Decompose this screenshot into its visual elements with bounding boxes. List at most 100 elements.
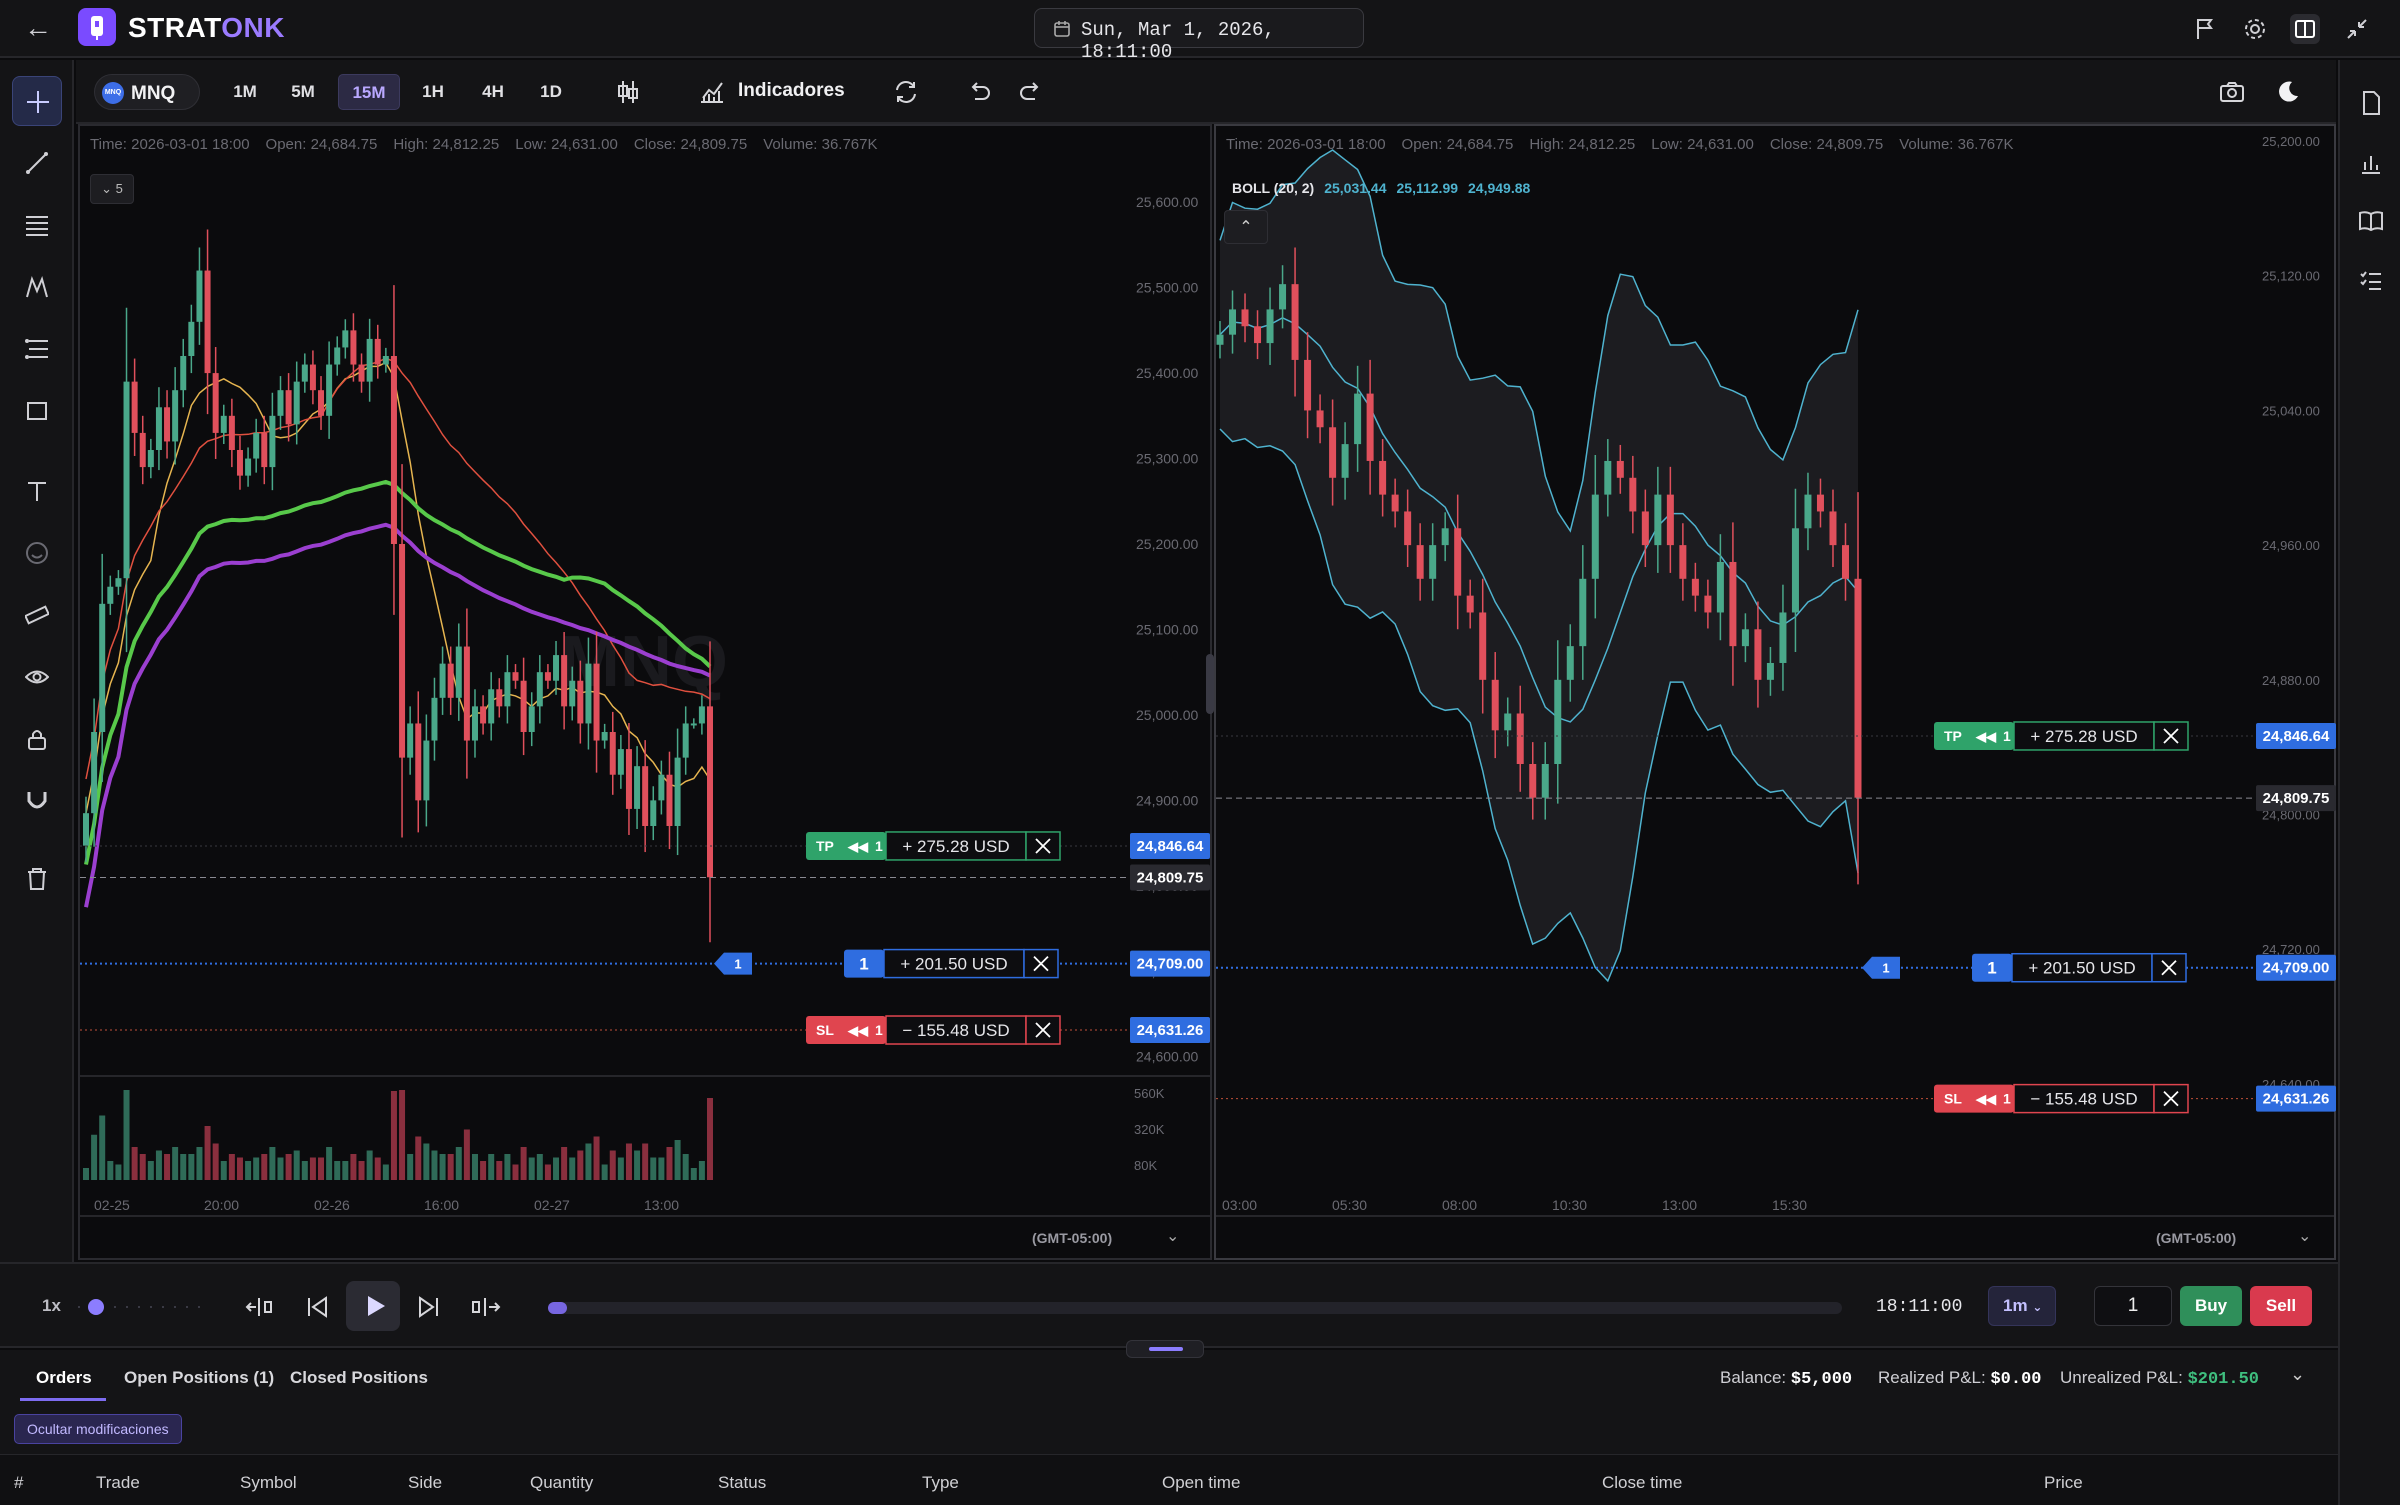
right-candle <box>1541 764 1549 798</box>
candle-type-icon[interactable] <box>614 78 642 106</box>
sl-price-tag: 24,631.26 <box>2263 1091 2330 1108</box>
channel-tool[interactable] <box>12 200 62 250</box>
camera-icon[interactable] <box>2218 78 2246 106</box>
refresh-icon[interactable] <box>892 78 920 106</box>
boll-legend[interactable]: BOLL (20, 2) 25,031.44 25,112.99 24,949.88 <box>1232 180 1530 196</box>
speed-label[interactable]: 1x <box>42 1296 61 1316</box>
candlestick-chart-left[interactable]: 25,600.00 25,500.00 25,400.00 25,300.00 25,2… <box>80 126 1214 1262</box>
buy-button[interactable]: Buy <box>2180 1286 2242 1326</box>
delete-tool[interactable] <box>12 854 62 904</box>
column-type[interactable]: Type <box>922 1473 959 1493</box>
replay-progress-fill <box>548 1302 568 1314</box>
column-index[interactable]: # <box>14 1473 23 1493</box>
column-close-time[interactable]: Close time <box>1602 1473 1682 1493</box>
collapse-legend-button[interactable]: ⌃ <box>1224 210 1268 244</box>
y-tick-label: 25,300.00 <box>1136 451 1198 467</box>
timeframe-1d[interactable]: 1D <box>528 74 574 110</box>
ohlc-open: Open: 24,684.75 <box>1401 136 1514 153</box>
indicators-button[interactable]: Indicadores <box>738 80 845 102</box>
checklist-icon[interactable] <box>2356 266 2386 296</box>
panel-resize-handle[interactable] <box>1126 1340 1204 1358</box>
left-candle <box>245 458 252 476</box>
replay-date-picker[interactable]: Sun, Mar 1, 2026, 18:11:00 <box>1034 8 1364 63</box>
ohlc-legend-left: Time: 2026-03-01 18:00 Open: 24,684.75 Hig… <box>90 136 894 153</box>
timeframe-4h[interactable]: 4H <box>470 74 516 110</box>
column-price[interactable]: Price <box>2044 1473 2083 1493</box>
pane-splitter[interactable] <box>1206 654 1214 714</box>
left-candle <box>642 766 649 826</box>
lock-tool[interactable] <box>12 714 62 764</box>
indicator-count-badge[interactable]: ⌄ 5 <box>90 174 134 204</box>
volume-bar <box>480 1161 487 1180</box>
quantity-input[interactable] <box>2094 1286 2172 1326</box>
skip-previous-icon[interactable] <box>302 1292 332 1322</box>
indicator-count: 5 <box>115 181 123 196</box>
gear-icon[interactable] <box>2240 14 2270 44</box>
sell-button[interactable]: Sell <box>2250 1286 2312 1326</box>
collapse-icon[interactable] <box>2342 14 2372 44</box>
replay-progress-bar[interactable] <box>548 1302 1842 1314</box>
indicators-icon[interactable] <box>698 78 726 106</box>
candlestick-chart-right[interactable]: 25,200.00 25,120.00 25,040.00 24,960.00 24,8… <box>1216 126 2338 1262</box>
hide-modifications-button[interactable]: Ocultar modificaciones <box>14 1414 182 1444</box>
tp-tag: TP <box>1944 728 1962 744</box>
magnet-tool[interactable] <box>12 776 62 826</box>
y-tick-label: 25,600.00 <box>1136 194 1198 210</box>
right-candle <box>1554 679 1562 765</box>
fib-tool[interactable] <box>12 324 62 374</box>
emoji-tool[interactable] <box>12 528 62 578</box>
bar-chart-icon[interactable] <box>2356 148 2386 178</box>
tab-orders[interactable]: Orders <box>36 1368 92 1388</box>
chart-pane-left[interactable]: 25,600.00 25,500.00 25,400.00 25,300.00 25,2… <box>78 124 1212 1260</box>
last-price-tag: 24,809.75 <box>2263 790 2330 807</box>
document-icon[interactable] <box>2356 88 2386 118</box>
rectangle-tool[interactable] <box>12 386 62 436</box>
visibility-tool[interactable] <box>12 652 62 702</box>
timeframe-5m[interactable]: 5M <box>278 74 328 110</box>
column-symbol[interactable]: Symbol <box>240 1473 297 1493</box>
text-tool[interactable] <box>12 466 62 516</box>
crosshair-tool[interactable] <box>12 76 62 126</box>
interval-select[interactable]: 1m ⌄ <box>1988 1286 2056 1326</box>
column-side[interactable]: Side <box>408 1473 442 1493</box>
book-icon[interactable] <box>2356 206 2386 236</box>
tab-open-positions[interactable]: Open Positions (1) <box>124 1368 274 1388</box>
chevron-down-icon[interactable]: ⌄ <box>1166 1226 1179 1246</box>
step-forward-icon[interactable] <box>470 1292 504 1322</box>
timeframe-1m[interactable]: 1M <box>222 74 268 110</box>
back-arrow-icon[interactable]: ← <box>22 13 54 45</box>
speed-slider[interactable] <box>70 1292 206 1322</box>
timeframe-1h[interactable]: 1H <box>410 74 456 110</box>
chevron-icon: ⌄ <box>101 181 113 196</box>
tab-closed-positions[interactable]: Closed Positions <box>290 1368 428 1388</box>
chevron-down-icon[interactable]: ⌄ <box>2298 1226 2311 1246</box>
step-back-icon[interactable] <box>244 1292 274 1322</box>
column-open-time[interactable]: Open time <box>1162 1473 1240 1493</box>
undo-icon[interactable] <box>966 78 994 106</box>
timezone-label-right[interactable]: (GMT-05:00) <box>2156 1230 2236 1246</box>
ohlc-close: Close: 24,809.75 <box>1769 136 1884 153</box>
left-candle <box>358 364 365 382</box>
x-tick-label: 08:00 <box>1442 1197 1477 1213</box>
skip-next-icon[interactable] <box>414 1292 444 1322</box>
right-candle <box>1591 494 1599 579</box>
moon-icon[interactable] <box>2274 78 2302 106</box>
symbol-selector[interactable]: MNQ MNQ <box>94 74 200 110</box>
play-button[interactable] <box>346 1281 400 1331</box>
left-candle <box>690 723 697 726</box>
measure-tool[interactable] <box>12 590 62 640</box>
left-candle <box>520 680 527 732</box>
flag-icon[interactable] <box>2190 14 2220 44</box>
column-status[interactable]: Status <box>718 1473 766 1493</box>
split-layout-icon[interactable] <box>2290 14 2320 44</box>
pattern-tool[interactable] <box>12 262 62 312</box>
chevron-down-icon[interactable]: ⌄ <box>2290 1364 2305 1385</box>
timezone-label-left[interactable]: (GMT-05:00) <box>1032 1230 1112 1246</box>
volume-bar <box>609 1150 616 1180</box>
trend-line-tool[interactable] <box>12 138 62 188</box>
column-trade[interactable]: Trade <box>96 1473 140 1493</box>
redo-icon[interactable] <box>1016 78 1044 106</box>
timeframe-15m[interactable]: 15M <box>338 74 400 110</box>
column-quantity[interactable]: Quantity <box>530 1473 593 1493</box>
chart-pane-right[interactable]: 25,200.00 25,120.00 25,040.00 24,960.00 24,8… <box>1214 124 2336 1260</box>
